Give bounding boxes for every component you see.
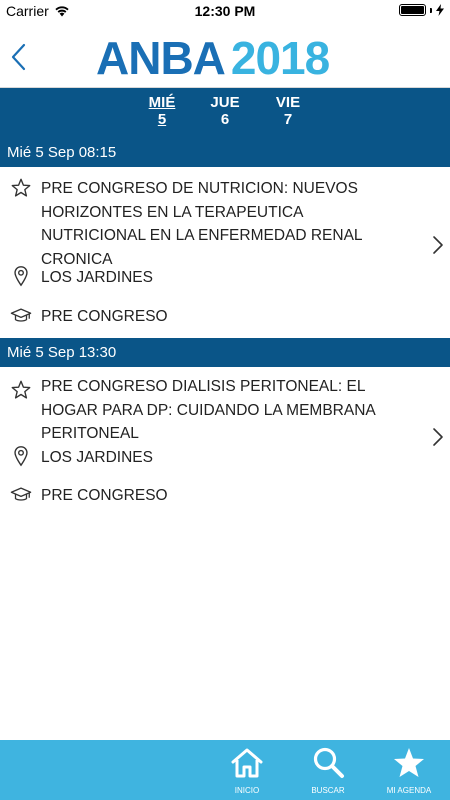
session-location: LOS JARDINES bbox=[41, 269, 153, 286]
nav-buscar[interactable]: BUSCAR bbox=[298, 740, 358, 800]
session-title: PRE CONGRESO DIALISIS PERITONEAL: EL HOG… bbox=[41, 378, 375, 442]
nav-inicio[interactable]: INICIO bbox=[217, 740, 277, 800]
status-bar: Carrier 12:30 PM bbox=[0, 0, 450, 22]
location-pin-icon bbox=[14, 266, 28, 287]
tab-day-vie[interactable]: VIE 7 bbox=[257, 88, 320, 138]
back-chevron-icon[interactable] bbox=[8, 42, 32, 72]
chevron-right-icon[interactable] bbox=[432, 427, 444, 447]
tab-day-name: VIE bbox=[275, 94, 301, 111]
star-outline-icon[interactable] bbox=[10, 177, 32, 199]
search-icon bbox=[313, 747, 344, 778]
session-type: PRE CONGRESO bbox=[41, 487, 168, 504]
app-logo: ANBA 2018 bbox=[96, 32, 330, 84]
tab-day-number: 6 bbox=[220, 111, 230, 128]
session-location: LOS JARDINES bbox=[41, 449, 153, 466]
session-datetime-header: Mié 5 Sep 13:30 bbox=[0, 338, 450, 367]
charging-icon bbox=[436, 4, 444, 16]
nav-label: MI AGENDA bbox=[386, 786, 432, 795]
session-item[interactable]: PRE CONGRESO DE NUTRICION: NUEVOS HORIZO… bbox=[0, 167, 450, 337]
battery-tip bbox=[430, 7, 432, 13]
tab-day-number: 5 bbox=[157, 111, 167, 128]
session-datetime-header: Mié 5 Sep 08:15 bbox=[0, 138, 450, 167]
nav-label: INICIO bbox=[234, 786, 260, 795]
star-outline-icon[interactable] bbox=[10, 379, 32, 401]
chevron-right-icon[interactable] bbox=[432, 235, 444, 255]
home-icon bbox=[231, 748, 263, 778]
bottom-nav: INICIO BUSCAR MI AGENDA bbox=[0, 740, 450, 800]
logo-text: ANBA bbox=[96, 32, 226, 84]
tab-day-name: JUE bbox=[210, 94, 240, 111]
location-pin-icon bbox=[14, 446, 28, 467]
logo-year: 2018 bbox=[230, 32, 330, 84]
session-title: PRE CONGRESO DE NUTRICION: NUEVOS HORIZO… bbox=[41, 180, 362, 268]
tab-day-jue[interactable]: JUE 6 bbox=[194, 88, 257, 138]
session-type: PRE CONGRESO bbox=[41, 308, 168, 325]
session-item[interactable]: PRE CONGRESO DIALISIS PERITONEAL: EL HOG… bbox=[0, 367, 450, 517]
tab-day-name: MIÉ bbox=[148, 94, 176, 111]
day-tabs: MIÉ 5 JUE 6 VIE 7 bbox=[0, 88, 450, 138]
tab-day-number: 7 bbox=[283, 111, 293, 128]
nav-mi-agenda[interactable]: MI AGENDA bbox=[379, 740, 439, 800]
app-header: ANBA 2018 bbox=[0, 22, 450, 88]
nav-label: BUSCAR bbox=[311, 786, 345, 795]
graduation-cap-icon bbox=[10, 487, 32, 501]
status-right bbox=[399, 4, 444, 16]
star-icon bbox=[394, 748, 424, 777]
battery-icon bbox=[399, 4, 426, 16]
status-time: 12:30 PM bbox=[194, 3, 256, 19]
graduation-cap-icon bbox=[10, 308, 32, 322]
tab-day-mie[interactable]: MIÉ 5 bbox=[131, 88, 194, 138]
